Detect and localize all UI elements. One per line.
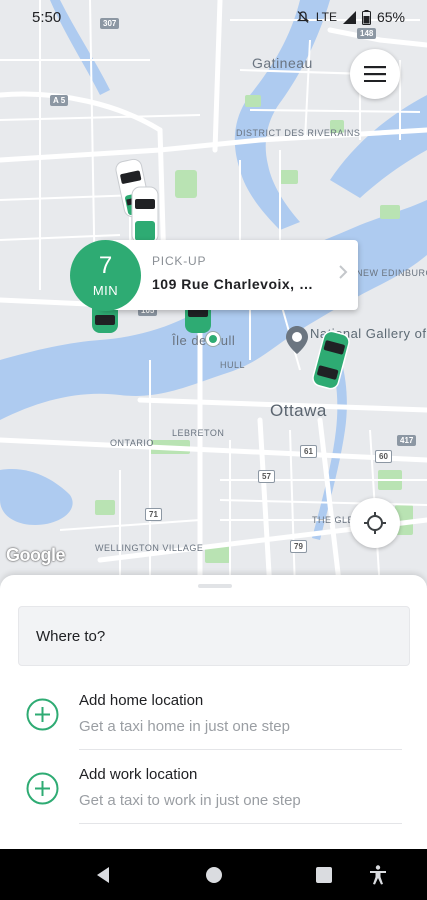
map-label-gatineau: Gatineau	[252, 55, 313, 71]
divider	[79, 823, 402, 824]
map-label-lebreton: LEBRETON	[172, 428, 225, 438]
pickup-label: PICK-UP	[152, 254, 207, 268]
shortcut-subtitle: Get a taxi to work in just one step	[79, 792, 301, 809]
system-navigation-bar	[0, 849, 427, 900]
add-home-location-item[interactable]: Add home location Get a taxi home in jus…	[0, 678, 427, 750]
bottom-sheet: Where to? Add home location Get a taxi h…	[0, 575, 427, 849]
shortcut-title: Add work location	[79, 766, 198, 783]
pickup-pin	[206, 332, 220, 346]
shortcut-title: Add home location	[79, 692, 204, 709]
google-logo: Google	[6, 545, 66, 565]
chevron-right-icon	[339, 265, 348, 279]
status-time: 5:50	[32, 8, 62, 26]
sheet-drag-handle[interactable]	[198, 584, 232, 588]
back-button[interactable]	[91, 863, 115, 887]
my-location-icon	[364, 512, 386, 534]
map-label-ontario: ONTARIO	[110, 438, 154, 448]
map-label-ottawa: Ottawa	[270, 401, 327, 420]
accessibility-icon	[370, 865, 386, 885]
status-bar: 5:50 LTE 65%	[0, 0, 427, 34]
pickup-address: 109 Rue Charlevoix, …	[152, 276, 314, 292]
destination-search-input[interactable]: Where to?	[18, 606, 410, 666]
eta-badge: 7 MIN	[70, 240, 141, 311]
status-icons: LTE 65%	[296, 9, 405, 25]
divider	[79, 749, 402, 750]
network-type: LTE	[315, 10, 337, 24]
battery-icon	[361, 9, 371, 25]
back-icon	[97, 867, 109, 883]
taxi-car-icon	[131, 186, 159, 244]
map-label-wellington-village: WELLINGTON VILLAGE	[95, 543, 204, 553]
my-location-button[interactable]	[350, 498, 400, 548]
add-circle-icon	[26, 698, 59, 731]
eta-unit: MIN	[92, 283, 119, 298]
recents-icon	[316, 867, 332, 883]
menu-icon	[364, 66, 386, 82]
map-label-hull: HULL	[220, 360, 246, 370]
home-button[interactable]	[202, 863, 226, 887]
route-shield: 61	[300, 445, 317, 458]
signal-icon	[342, 10, 356, 24]
recents-button[interactable]	[312, 863, 336, 887]
add-work-location-item[interactable]: Add work location Get a taxi to work in …	[0, 752, 427, 824]
eta-value: 7	[98, 252, 113, 279]
route-shield: 79	[290, 540, 307, 553]
map-label-district: DISTRICT DES RIVERAINS	[236, 128, 361, 138]
museum-pin-icon[interactable]	[286, 326, 308, 354]
route-shield: 71	[145, 508, 162, 521]
shortcut-subtitle: Get a taxi home in just one step	[79, 718, 290, 735]
route-shield: A 5	[50, 95, 69, 106]
route-shield: 57	[258, 470, 275, 483]
route-shield: 60	[375, 450, 392, 463]
map-label-new-edinburgh: NEW EDINBURGH	[356, 268, 427, 278]
mute-icon	[296, 11, 309, 23]
accessibility-button[interactable]	[366, 863, 390, 887]
battery-percent: 65%	[376, 9, 405, 25]
add-circle-icon	[26, 772, 59, 805]
menu-button[interactable]	[350, 49, 400, 99]
home-icon	[206, 867, 222, 883]
route-shield: 417	[397, 435, 417, 446]
